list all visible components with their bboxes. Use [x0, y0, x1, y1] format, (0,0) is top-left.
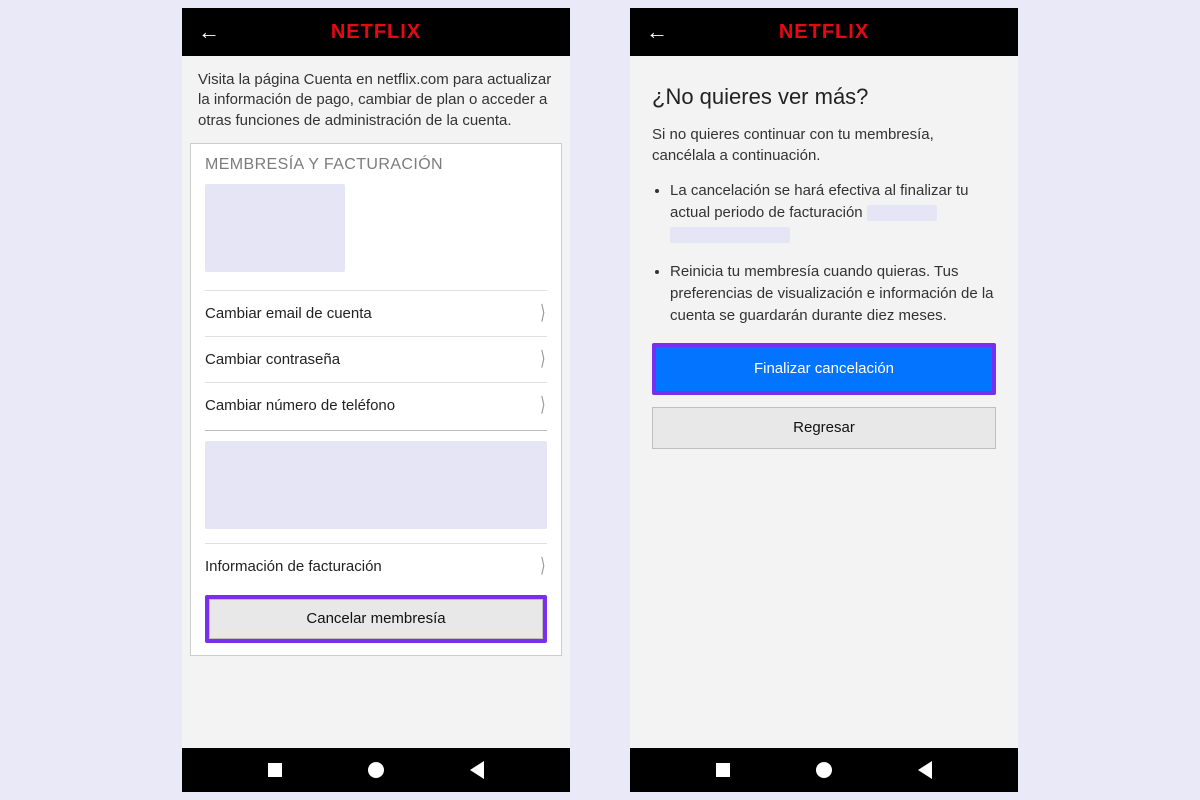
bullet-text: Reinicia tu membresía cuando quieras. Tu… [670, 263, 994, 324]
nav-back-icon[interactable] [918, 761, 932, 779]
cancel-heading: ¿No quieres ver más? [630, 56, 1018, 118]
finish-cancellation-button[interactable]: Finalizar cancelación [656, 347, 992, 391]
phone-left-account: ← NETFLIX Visita la página Cuenta en net… [182, 8, 570, 792]
chevron-right-icon: ⟩ [540, 395, 545, 415]
bullet-effective-date: La cancelación se hará efectiva al final… [670, 180, 996, 245]
redacted-date [867, 205, 937, 221]
cancel-buttons: Finalizar cancelación Regresar [630, 343, 1018, 449]
app-bar: ← NETFLIX [182, 8, 570, 56]
android-navbar [182, 748, 570, 792]
app-bar: ← NETFLIX [630, 8, 1018, 56]
section-divider [205, 430, 547, 431]
membership-card: MEMBRESÍA Y FACTURACIÓN Cambiar email de… [190, 143, 562, 656]
chevron-right-icon: ⟩ [540, 556, 545, 576]
cancel-subtext: Si no quieres continuar con tu membresía… [630, 118, 1018, 180]
back-arrow-icon[interactable]: ← [182, 21, 236, 43]
row-change-phone[interactable]: Cambiar número de teléfono ⟩ [205, 382, 547, 428]
finish-highlight: Finalizar cancelación [652, 343, 996, 395]
netflix-logo: NETFLIX [779, 21, 869, 44]
return-button[interactable]: Regresar [652, 407, 996, 449]
account-intro-text: Visita la página Cuenta en netflix.com p… [182, 56, 570, 143]
netflix-logo: NETFLIX [331, 21, 421, 44]
android-navbar [630, 748, 1018, 792]
row-billing-info[interactable]: Información de facturación ⟩ [205, 543, 547, 589]
phone-right-cancel: ← NETFLIX ¿No quieres ver más? Si no qui… [630, 8, 1018, 792]
nav-home-icon[interactable] [816, 762, 832, 778]
nav-home-icon[interactable] [368, 762, 384, 778]
redacted-payment-info [205, 441, 547, 529]
redacted-account-info [205, 184, 345, 272]
cancel-content: ¿No quieres ver más? Si no quieres conti… [630, 56, 1018, 748]
cancel-bullet-list: La cancelación se hará efectiva al final… [630, 180, 1018, 327]
cancel-highlight: Cancelar membresía [205, 595, 547, 643]
row-label: Cambiar contraseña [205, 351, 340, 368]
bullet-restart-info: Reinicia tu membresía cuando quieras. Tu… [670, 261, 996, 326]
row-change-email[interactable]: Cambiar email de cuenta ⟩ [205, 290, 547, 336]
row-label: Cambiar número de teléfono [205, 397, 395, 414]
back-arrow-icon[interactable]: ← [630, 21, 684, 43]
redacted-date-line2 [670, 227, 790, 243]
chevron-right-icon: ⟩ [540, 349, 545, 369]
membership-section-title: MEMBRESÍA Y FACTURACIÓN [205, 156, 547, 174]
row-label: Cambiar email de cuenta [205, 305, 372, 322]
row-label: Información de facturación [205, 558, 382, 575]
row-change-password[interactable]: Cambiar contraseña ⟩ [205, 336, 547, 382]
nav-back-icon[interactable] [470, 761, 484, 779]
account-content: Visita la página Cuenta en netflix.com p… [182, 56, 570, 748]
chevron-right-icon: ⟩ [540, 303, 545, 323]
nav-recents-icon[interactable] [268, 763, 282, 777]
nav-recents-icon[interactable] [716, 763, 730, 777]
cancel-membership-button[interactable]: Cancelar membresía [209, 599, 543, 639]
